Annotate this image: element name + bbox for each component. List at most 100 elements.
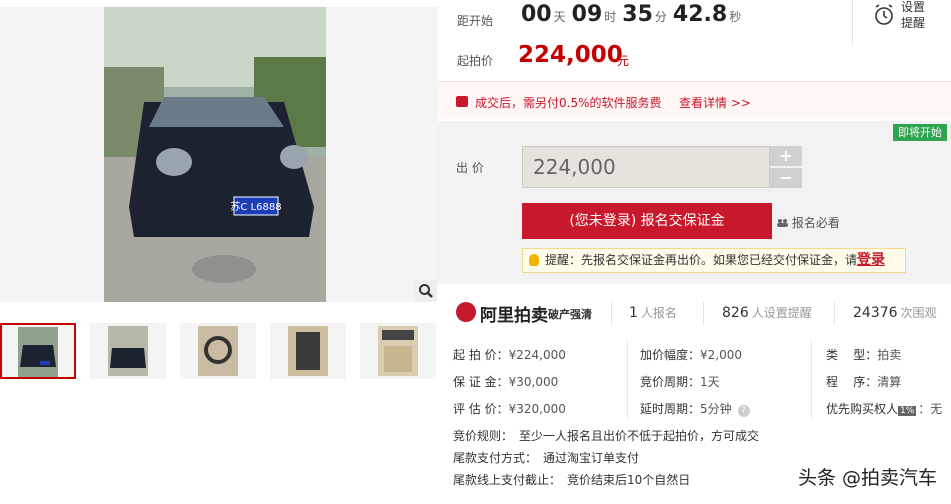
start-price-label: 起拍价 <box>457 54 494 68</box>
column-divider <box>811 340 812 418</box>
reminder-text: 提醒：先报名交保证金再出价。如果您已经交付保证金，请 <box>545 253 858 267</box>
info-bid-cycle: 竞价周期：1天 <box>640 373 720 390</box>
start-price-value: 224,000 <box>518 42 623 68</box>
magnifier-icon[interactable] <box>415 280 437 302</box>
countdown-timer: 00 天 09 时 35 分 42.8 秒 <box>521 2 747 27</box>
reminder-count: 826 人设置提醒 <box>722 304 812 321</box>
info-procedure: 程 序：清算 <box>826 373 901 390</box>
watermark: 头条 @拍卖汽车 <box>797 467 937 489</box>
thumbnail-4[interactable] <box>270 323 346 379</box>
bid-section: 即将开始 出 价 224,000 + − (您未登录) 报名交保证金 报名必看 … <box>437 121 951 284</box>
thumbnail-2[interactable] <box>90 323 166 379</box>
signup-count: 1 人报名 <box>629 304 677 321</box>
info-delay-cycle: 延时周期：5分钟? <box>640 400 750 417</box>
info-value: 清算 <box>877 375 902 389</box>
service-fee-text: 成交后，需另付0.5%的软件服务费 <box>475 96 662 110</box>
divider <box>703 302 704 324</box>
main-photo[interactable]: 苏C L6888 <box>104 7 326 302</box>
thumbnail-3[interactable] <box>180 323 256 379</box>
countdown-seconds-unit: 秒 <box>729 10 742 24</box>
reminder-count-value: 826 <box>722 305 749 321</box>
view-details-link[interactable]: 查看详情 >> <box>679 94 751 111</box>
signup-count-label: 人报名 <box>640 306 677 320</box>
info-key: 保 证 金： <box>453 375 509 389</box>
info-value: ¥224,000 <box>508 348 566 362</box>
countdown-days-unit: 天 <box>553 10 566 24</box>
column-divider <box>627 340 628 418</box>
info-value: ¥30,000 <box>508 375 559 389</box>
help-icon[interactable]: ? <box>737 405 750 417</box>
lightbulb-icon <box>529 254 539 266</box>
increase-bid-button[interactable]: + <box>770 146 802 166</box>
countdown-hours: 09 <box>571 2 603 27</box>
photo-gallery: 苏C L6888 <box>0 0 437 504</box>
countdown-hours-unit: 时 <box>604 10 617 24</box>
info-key: 加价幅度： <box>640 348 701 362</box>
info-start-price: 起 拍 价：¥224,000 <box>453 346 566 363</box>
login-reminder: 提醒：先报名交保证金再出价。如果您已经交付保证金，请登录 <box>522 248 906 273</box>
rule-value: 至少一人报名且出价不低于起拍价，方可成交 <box>519 429 760 443</box>
info-key: 评 估 价： <box>453 402 509 416</box>
info-value: ：无 <box>918 402 943 416</box>
info-key: 竞价周期： <box>640 375 701 389</box>
service-fee-notice: 成交后，需另付0.5%的软件服务费 查看详情 >> <box>437 81 951 119</box>
auction-panel: 距开始 00 天 09 时 35 分 42.8 秒 起拍价 224,000 元 设置提醒 <box>437 0 951 504</box>
view-count-value: 24376 <box>853 305 898 321</box>
status-badge: 即将开始 <box>893 124 947 141</box>
countdown-seconds: 42.8 <box>672 2 728 27</box>
info-priority-buyer: 优先购买权人 1% ：无 <box>826 400 942 417</box>
reminder-count-label: 人设置提醒 <box>751 306 812 320</box>
rule-deadline: 尾款线上支付截止： 竞价结束后10个自然日 <box>453 469 759 491</box>
info-key: 延时周期： <box>640 402 701 416</box>
must-read-link[interactable]: 报名必看 <box>777 214 840 231</box>
thumbnail-1[interactable] <box>0 323 76 379</box>
divider <box>834 302 835 324</box>
thumbnail-5[interactable] <box>360 323 436 379</box>
must-read-label: 报名必看 <box>791 216 840 230</box>
set-reminder-label: 设置提醒 <box>901 0 926 30</box>
plate-text: 苏C L6888 <box>230 200 281 213</box>
info-key: 优先购买权人 <box>826 402 899 416</box>
bid-amount-input[interactable]: 224,000 <box>522 146 770 188</box>
auction-info-grid: 起 拍 价：¥224,000 保 证 金：¥30,000 评 估 价：¥320,… <box>437 340 951 420</box>
rule-key: 尾款线上支付截止： <box>453 473 562 487</box>
brand-name: 阿里拍卖 <box>480 306 548 326</box>
auction-rules: 竞价规则： 至少一人报名且出价不低于起拍价，方可成交 尾款支付方式： 通过淘宝订单支… <box>453 425 759 491</box>
info-key: 起 拍 价： <box>453 348 509 362</box>
info-type: 类 型：拍卖 <box>826 346 901 363</box>
bid-label: 出 价 <box>456 161 484 175</box>
rule-key: 竞价规则： <box>453 429 514 443</box>
start-price-unit: 元 <box>617 54 630 68</box>
thumbnail-strip <box>0 323 437 381</box>
divider <box>611 302 612 324</box>
countdown-minutes: 35 <box>622 2 653 27</box>
decrease-bid-button[interactable]: − <box>770 168 802 188</box>
alarm-clock-icon <box>875 4 893 25</box>
ali-auction-logo-icon <box>456 302 476 322</box>
rule-bid: 竞价规则： 至少一人报名且出价不低于起拍价，方可成交 <box>453 425 759 447</box>
info-key: 程 序： <box>826 375 878 389</box>
rule-payment: 尾款支付方式： 通过淘宝订单支付 <box>453 447 759 469</box>
info-value: ¥320,000 <box>508 402 566 416</box>
view-count: 24376 次围观 <box>853 304 937 321</box>
brand-subtitle: 破产强清 <box>548 308 592 321</box>
brand-stats-row: 阿里拍卖 破产强清 1 人报名 826 人设置提醒 24376 次围观 <box>437 292 951 332</box>
info-increment: 加价幅度：¥2,000 <box>640 346 742 363</box>
info-tag: 1% <box>898 406 917 416</box>
info-appraisal: 评 估 价：¥320,000 <box>453 400 566 417</box>
countdown-minutes-unit: 分 <box>654 10 667 24</box>
info-value: ¥2,000 <box>700 348 743 362</box>
signup-deposit-button[interactable]: (您未登录) 报名交保证金 <box>522 203 772 239</box>
people-icon <box>777 219 788 227</box>
login-link[interactable]: 登录 <box>857 252 885 268</box>
info-value: 拍卖 <box>877 348 902 362</box>
info-value: 5分钟 <box>700 402 732 416</box>
set-reminder-button[interactable]: 设置提醒 <box>852 0 951 44</box>
rule-key: 尾款支付方式： <box>453 451 538 465</box>
rule-value: 通过淘宝订单支付 <box>543 451 640 465</box>
info-deposit: 保 证 金：¥30,000 <box>453 373 558 390</box>
main-photo-frame: 苏C L6888 <box>0 7 437 302</box>
countdown-section: 距开始 00 天 09 时 35 分 42.8 秒 起拍价 224,000 元 设置提醒 <box>437 0 951 80</box>
info-value: 1天 <box>700 375 720 389</box>
countdown-days: 00 <box>521 2 552 27</box>
